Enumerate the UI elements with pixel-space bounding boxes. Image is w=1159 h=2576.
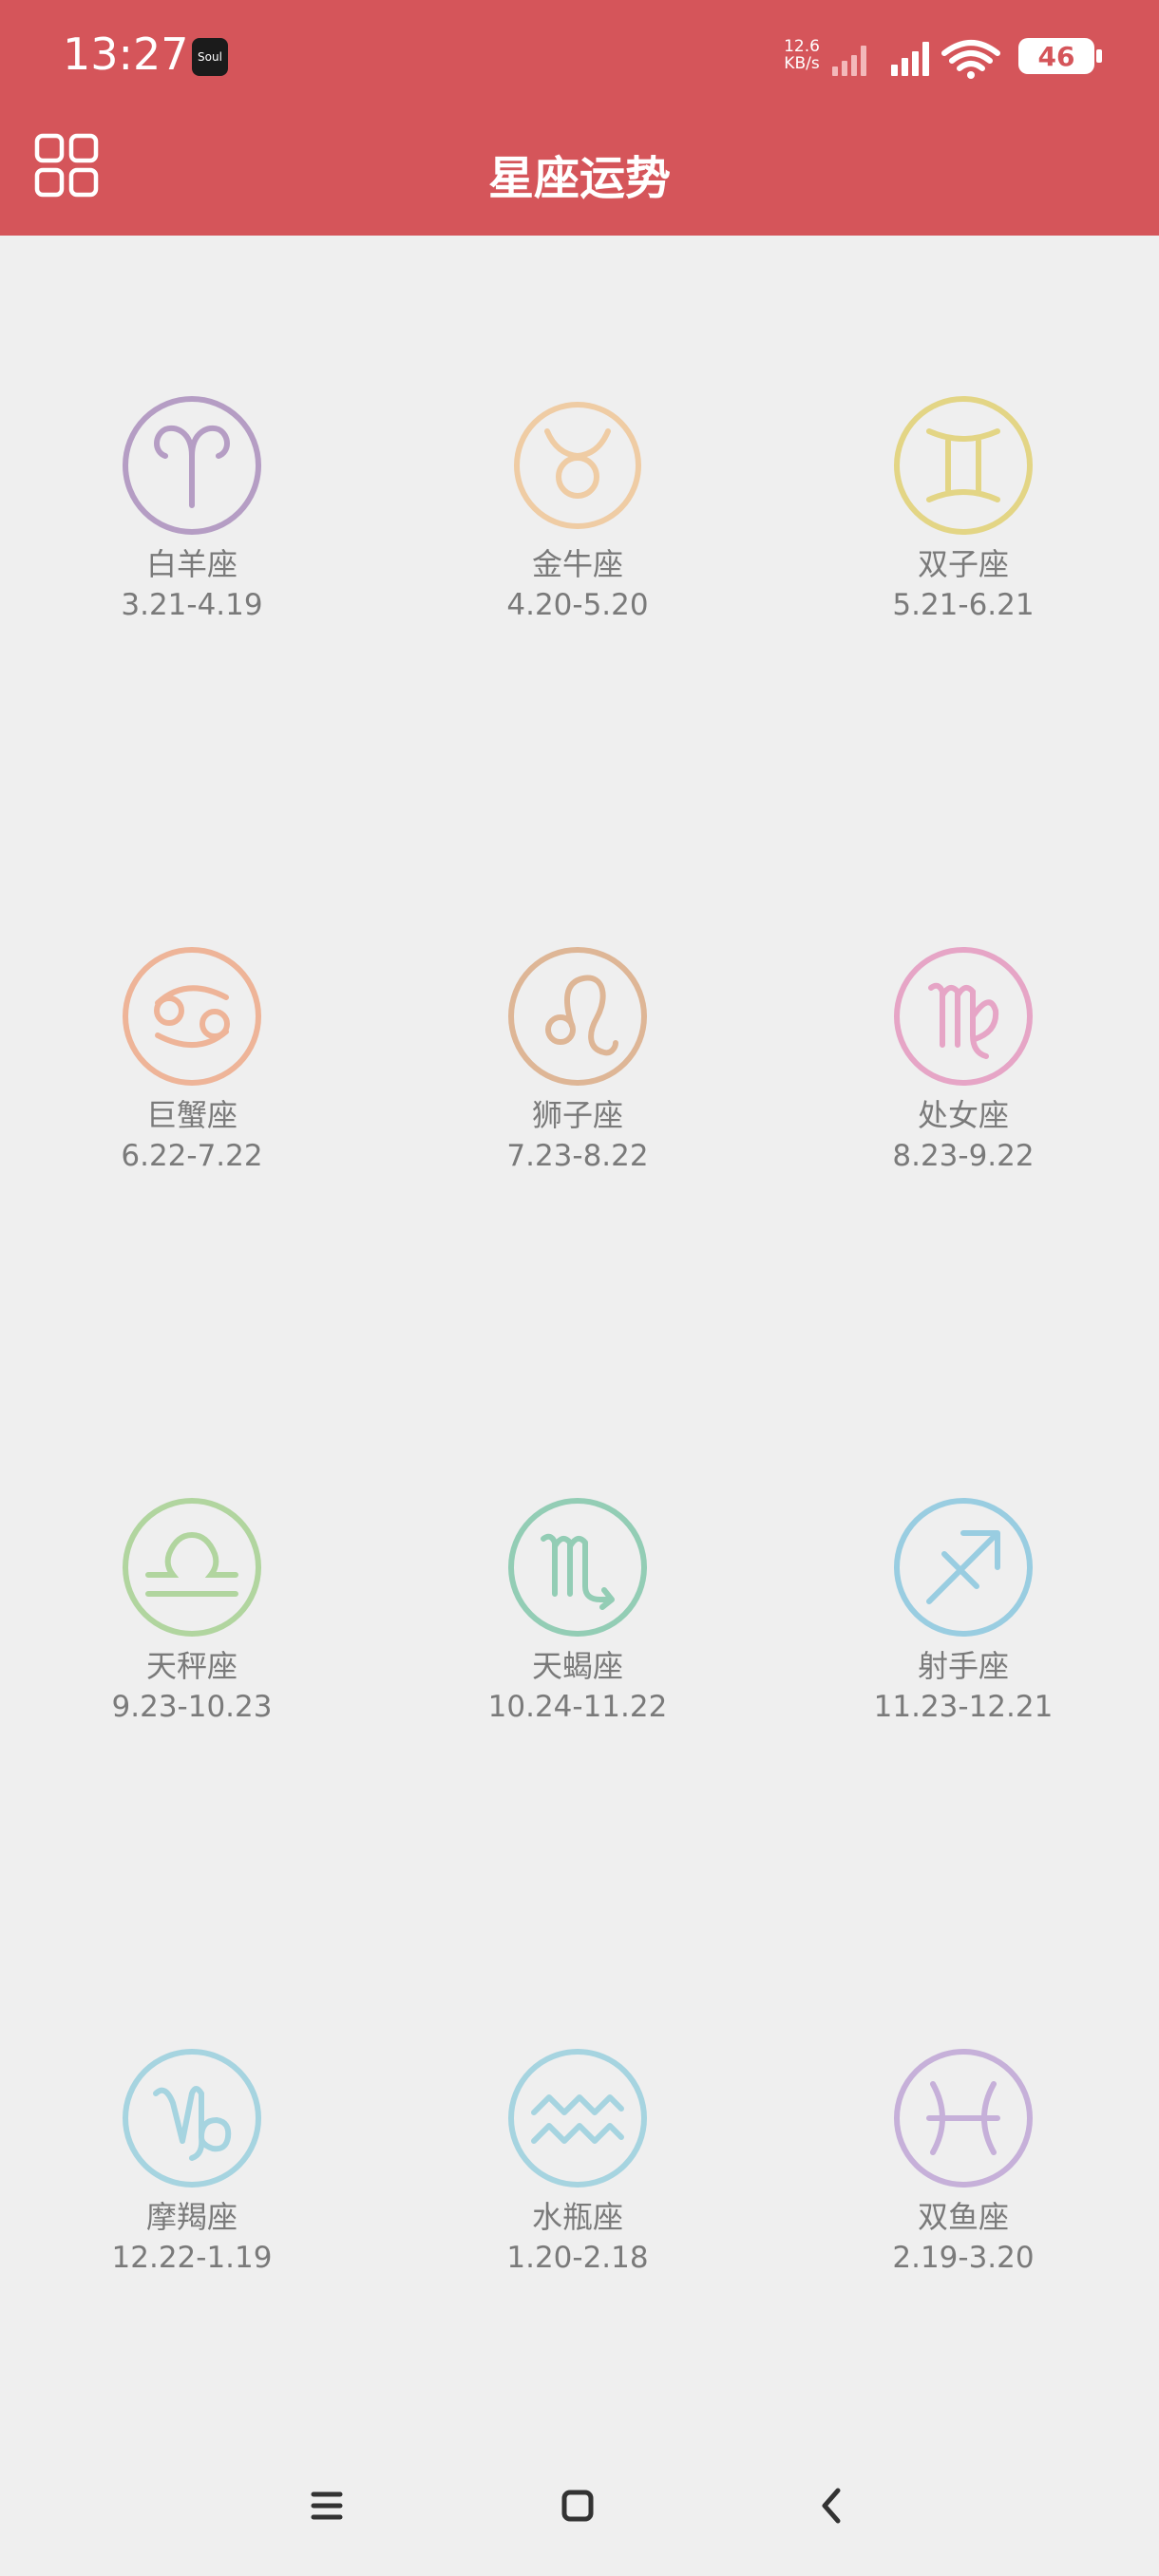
network-speed: 12.6 KB/s — [784, 37, 820, 73]
zodiac-dates: 8.23-9.22 — [892, 1139, 1035, 1173]
soul-app-icon: Soul — [192, 38, 228, 76]
libra-icon — [123, 1498, 261, 1637]
zodiac-name: 狮子座 — [531, 1097, 623, 1133]
zodiac-dates: 3.21-4.19 — [121, 588, 263, 622]
zodiac-name: 双鱼座 — [917, 2199, 1009, 2235]
hamburger-icon[interactable] — [298, 2477, 355, 2534]
gemini-icon — [894, 396, 1033, 535]
capricorn-icon — [123, 2049, 261, 2188]
zodiac-dates: 6.22-7.22 — [121, 1139, 263, 1173]
status-time: 13:27 — [63, 28, 189, 80]
zodiac-item-aries[interactable]: 白羊座 3.21-4.19 — [49, 393, 334, 678]
aries-icon — [123, 396, 261, 535]
zodiac-name: 巨蟹座 — [145, 1097, 238, 1133]
aquarius-icon — [508, 2049, 647, 2188]
zodiac-dates: 2.19-3.20 — [892, 2241, 1035, 2275]
home-square-icon[interactable] — [549, 2477, 606, 2534]
zodiac-name: 射手座 — [917, 1648, 1009, 1684]
app-header: 13:27 Soul 12.6 KB/s 46 星座运势 — [0, 0, 1159, 236]
pisces-icon — [894, 2049, 1033, 2188]
zodiac-name: 水瓶座 — [531, 2199, 623, 2235]
zodiac-name: 白羊座 — [145, 546, 238, 582]
page-title: 星座运势 — [487, 152, 671, 205]
zodiac-name: 天秤座 — [145, 1648, 238, 1684]
battery-tip — [1096, 49, 1102, 63]
zodiac-name: 摩羯座 — [145, 2199, 238, 2235]
sagittarius-icon — [894, 1498, 1033, 1637]
battery-indicator: 46 — [1018, 38, 1094, 74]
zodiac-dates: 7.23-8.22 — [506, 1139, 649, 1173]
zodiac-item-capricorn[interactable]: 摩羯座 12.22-1.19 — [49, 2046, 334, 2331]
scorpio-icon — [508, 1498, 647, 1637]
zodiac-item-libra[interactable]: 天秤座 9.23-10.23 — [49, 1495, 334, 1780]
leo-icon — [508, 947, 647, 1086]
virgo-icon — [894, 947, 1033, 1086]
zodiac-item-virgo[interactable]: 处女座 8.23-9.22 — [821, 944, 1106, 1229]
zodiac-dates: 4.20-5.20 — [506, 588, 649, 622]
zodiac-dates: 10.24-11.22 — [487, 1690, 668, 1724]
taurus-icon — [514, 402, 641, 529]
zodiac-name: 天蝎座 — [531, 1648, 623, 1684]
zodiac-dates: 11.23-12.21 — [873, 1690, 1054, 1724]
zodiac-name: 处女座 — [917, 1097, 1009, 1133]
zodiac-dates: 5.21-6.21 — [892, 588, 1035, 622]
zodiac-item-sagittarius[interactable]: 射手座 11.23-12.21 — [821, 1495, 1106, 1780]
system-navigation-bar — [0, 2460, 1159, 2555]
zodiac-dates: 9.23-10.23 — [111, 1690, 273, 1724]
zodiac-item-taurus[interactable]: 金牛座 4.20-5.20 — [435, 393, 720, 678]
zodiac-item-aquarius[interactable]: 水瓶座 1.20-2.18 — [435, 2046, 720, 2331]
zodiac-item-scorpio[interactable]: 天蝎座 10.24-11.22 — [435, 1495, 720, 1780]
status-bar: 13:27 Soul 12.6 KB/s 46 — [0, 0, 1159, 112]
zodiac-dates: 12.22-1.19 — [111, 2241, 273, 2275]
zodiac-item-gemini[interactable]: 双子座 5.21-6.21 — [821, 393, 1106, 678]
zodiac-name: 金牛座 — [531, 546, 623, 582]
zodiac-item-cancer[interactable]: 巨蟹座 6.22-7.22 — [49, 944, 334, 1229]
zodiac-name: 双子座 — [917, 546, 1009, 582]
back-chevron-icon[interactable] — [804, 2477, 861, 2534]
zodiac-dates: 1.20-2.18 — [506, 2241, 649, 2275]
zodiac-item-pisces[interactable]: 双鱼座 2.19-3.20 — [821, 2046, 1106, 2331]
cancer-icon — [123, 947, 261, 1086]
zodiac-item-leo[interactable]: 狮子座 7.23-8.22 — [435, 944, 720, 1229]
